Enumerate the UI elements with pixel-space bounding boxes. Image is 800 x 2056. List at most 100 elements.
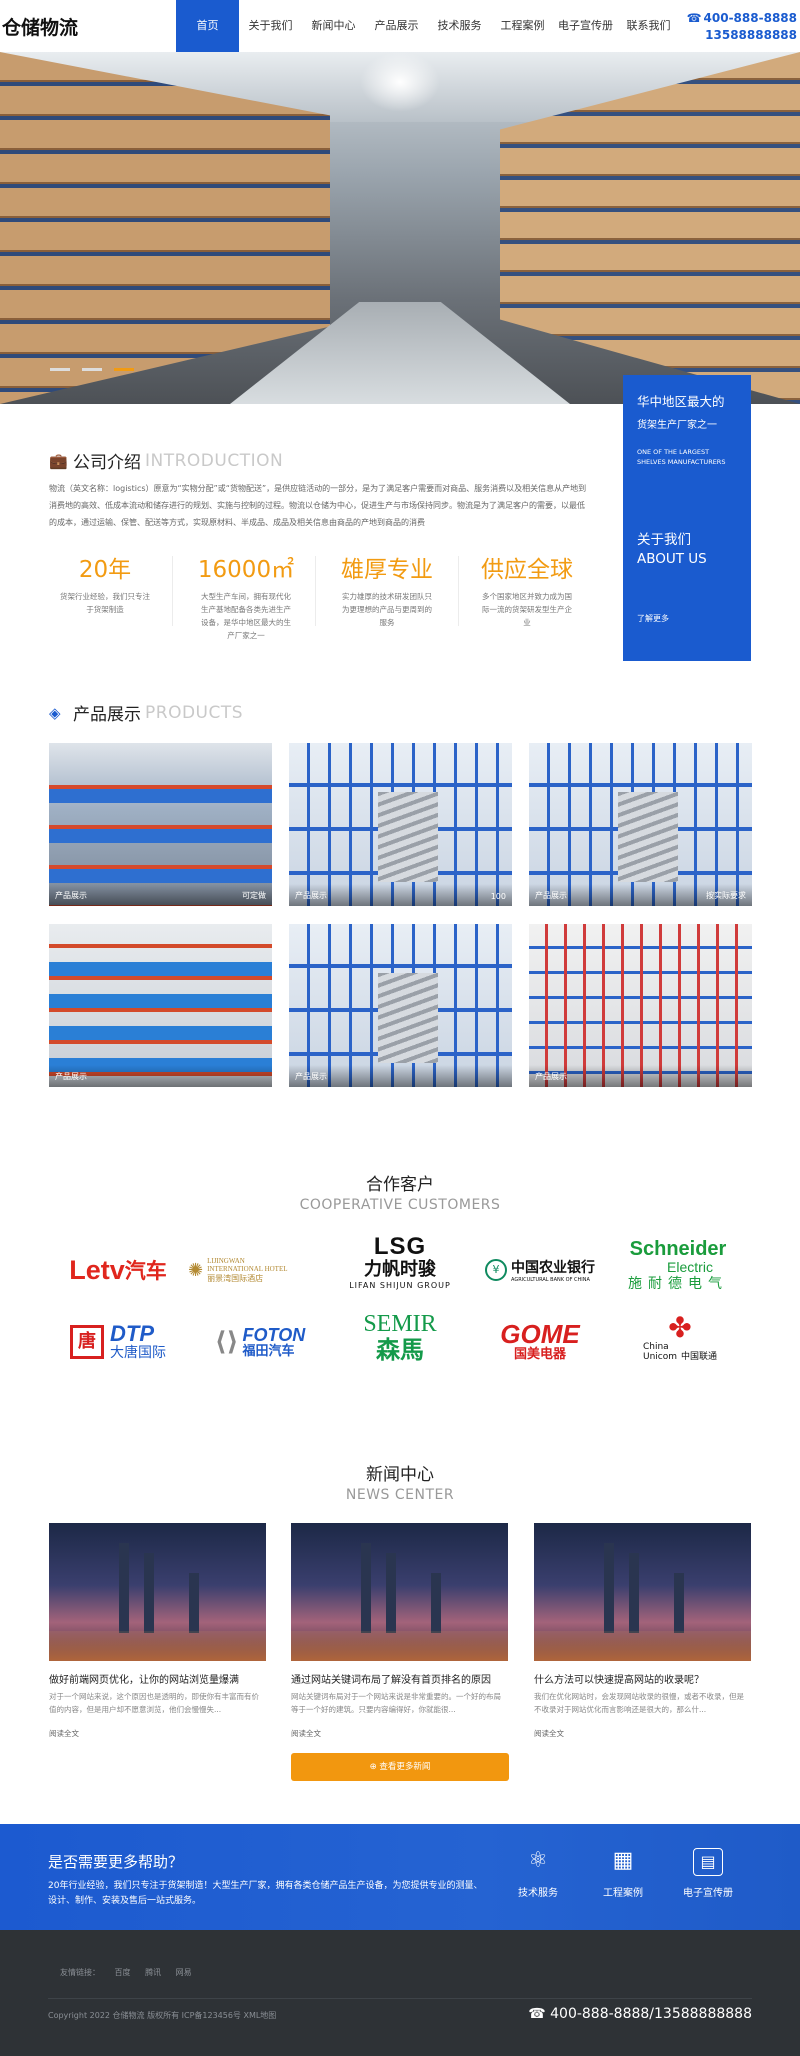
client-logo-letv[interactable]: Letv 汽车 bbox=[48, 1240, 188, 1300]
product-card[interactable]: 产品展示 100 bbox=[289, 743, 512, 906]
client-logo-unicom[interactable]: ✤ China Unicom 中国联通 bbox=[610, 1308, 750, 1368]
nav-contact[interactable]: 联系我们 bbox=[617, 0, 680, 52]
customers-title-cn: 合作客户 bbox=[366, 1175, 434, 1195]
header: 仓储物流 首页 关于我们 新闻中心 产品展示 技术服务 工程案例 电子宣传册 联… bbox=[0, 0, 800, 52]
stat-area: 16000㎡ 大型生产车间，拥有现代化生产基地配备各类先进生产设备，是华中地区最… bbox=[186, 550, 306, 642]
product-label: 产品展示 bbox=[55, 891, 87, 900]
schneider-electric-text: Electric bbox=[667, 1259, 713, 1275]
unicom-name-cn: 中国联通 bbox=[681, 1352, 718, 1362]
help-item-label: 电子宣传册 bbox=[683, 1888, 733, 1899]
lsg-wordmark: LSG bbox=[373, 1232, 427, 1260]
help-item-cases[interactable]: ▦ 工程案例 bbox=[583, 1848, 663, 1899]
intro-heading: 💼 公司介绍 INTRODUCTION bbox=[49, 448, 284, 474]
banner-dot-2[interactable] bbox=[82, 368, 102, 371]
client-logo-semir[interactable]: SEMIR 森馬 bbox=[330, 1308, 470, 1368]
news-image[interactable] bbox=[49, 1523, 266, 1661]
stat-years-num: 20年 bbox=[78, 557, 132, 583]
friend-links: 友情链接： 百度 腾讯 网易 bbox=[60, 1967, 204, 1978]
stat-professional: 雄厚专业 实力雄厚的技术研发团队只为更理想的产品与更周到的服务 bbox=[327, 550, 447, 629]
about-card[interactable]: 华中地区最大的 货架生产厂家之一 ONE OF THE LARGEST SHEL… bbox=[623, 375, 751, 661]
footer: 友情链接： 百度 腾讯 网易 Copyright 2022 仓储物流 版权所有 … bbox=[0, 1930, 800, 2056]
products-title-cn: 产品展示 bbox=[73, 705, 141, 725]
nav-about[interactable]: 关于我们 bbox=[239, 0, 302, 52]
client-logo-lifan[interactable]: LSG 力帆时骏 LIFAN SHIJUN GROUP bbox=[330, 1232, 470, 1292]
nav-cases[interactable]: 工程案例 bbox=[491, 0, 554, 52]
document-icon: ▤ bbox=[693, 1848, 723, 1876]
news-read-more-link[interactable]: 阅读全文 bbox=[534, 1728, 751, 1739]
about-card-line2: 货架生产厂家之一 bbox=[637, 420, 717, 431]
product-label: 产品展示 bbox=[535, 891, 567, 900]
client-logo-dtp[interactable]: 唐 DTP 大唐国际 bbox=[48, 1312, 188, 1372]
news-image[interactable] bbox=[534, 1523, 751, 1661]
product-card[interactable]: 产品展示 bbox=[49, 924, 272, 1087]
products-heading: ◈ 产品展示 PRODUCTS bbox=[49, 700, 243, 726]
more-news-label: 查看更多新闻 bbox=[379, 1762, 431, 1772]
news-card[interactable]: 做好前端网页优化，让你的网站浏览量爆满 对于一个网站来说，这个原因也是透明的，即… bbox=[49, 1523, 266, 1739]
intro-text: 物流（英文名称：logistics）原意为“实物分配”或“货物配送”，是供应链活… bbox=[49, 484, 587, 527]
schneider-name-cn: 施耐德电气 bbox=[628, 1276, 728, 1292]
product-card[interactable]: 产品展示 可定做 bbox=[49, 743, 272, 906]
banner-dot-3[interactable] bbox=[114, 368, 134, 371]
copyright: Copyright 2022 仓储物流 版权所有 ICP备123456号 XML… bbox=[48, 2011, 277, 2020]
help-item-tech-service[interactable]: ⚛ 技术服务 bbox=[498, 1848, 578, 1899]
stat-global-desc: 多个国家地区并致力成为国际一流的货架研发型生产企业 bbox=[482, 592, 572, 627]
dtp-name-cn: 大唐国际 bbox=[110, 1345, 166, 1361]
news-card[interactable]: 通过网站关键词布局了解没有首页排名的原因 网站关键词布局对于一个网站来说是非常重… bbox=[291, 1523, 508, 1739]
stat-divider bbox=[458, 556, 459, 626]
hotline: ☎ 400-888-8888 13588888888 bbox=[687, 10, 797, 44]
intro-title-en: INTRODUCTION bbox=[145, 450, 284, 471]
lifan-name-cn: 力帆时骏 bbox=[364, 1258, 436, 1280]
more-news-button[interactable]: ⊕ 查看更多新闻 bbox=[291, 1753, 509, 1781]
product-label: 产品展示 bbox=[535, 1072, 567, 1081]
news-title[interactable]: 通过网站关键词布局了解没有首页排名的原因 bbox=[291, 1671, 508, 1686]
hotline-phone-2: 13588888888 bbox=[705, 28, 797, 42]
news-read-more-link[interactable]: 阅读全文 bbox=[49, 1728, 266, 1739]
about-card-heading-cn: 关于我们 bbox=[637, 532, 691, 548]
stat-divider bbox=[172, 556, 173, 626]
news-image[interactable] bbox=[291, 1523, 508, 1661]
friend-link[interactable]: 百度 bbox=[115, 1968, 131, 1977]
friend-link[interactable]: 网易 bbox=[176, 1968, 192, 1977]
friend-link[interactable]: 腾讯 bbox=[145, 1968, 161, 1977]
unicom-knot-icon: ✤ bbox=[668, 1311, 692, 1344]
intro-title-cn: 公司介绍 bbox=[73, 453, 141, 473]
banner-dot-1[interactable] bbox=[50, 368, 70, 371]
news-card[interactable]: 什么方法可以快速提高网站的收录呢？ 我们在优化网站时，会发现网站收录的很慢，或者… bbox=[534, 1523, 751, 1739]
client-logo-lijingwan[interactable]: ✺ LIJINGWAN INTERNATIONAL HOTEL 丽景湾国际酒店 bbox=[188, 1240, 328, 1300]
news-summary: 我们在优化网站时，会发现网站收录的很慢，或者不收录，但是不收录对于网站优化而言影… bbox=[534, 1692, 744, 1714]
nav-products[interactable]: 产品展示 bbox=[365, 0, 428, 52]
letv-wordmark: Letv bbox=[69, 1254, 125, 1285]
client-logo-foton[interactable]: ⟨⟩ FOTON 福田汽车 bbox=[190, 1312, 330, 1372]
news-read-more-link[interactable]: 阅读全文 bbox=[291, 1728, 508, 1739]
about-card-line1: 华中地区最大的 bbox=[637, 394, 725, 409]
product-caption: 产品展示 bbox=[289, 1065, 512, 1087]
atom-icon: ⚛ bbox=[528, 1848, 548, 1873]
page: 仓储物流 首页 关于我们 新闻中心 产品展示 技术服务 工程案例 电子宣传册 联… bbox=[0, 0, 800, 2056]
friend-links-label: 友情链接： bbox=[60, 1968, 100, 1977]
product-card[interactable]: 产品展示 bbox=[289, 924, 512, 1087]
client-logo-gome[interactable]: GOME 国美电器 bbox=[470, 1312, 610, 1372]
letv-auto-text: 汽车 bbox=[124, 1259, 167, 1283]
help-item-brochure[interactable]: ▤ 电子宣传册 bbox=[668, 1848, 748, 1899]
nav-home[interactable]: 首页 bbox=[176, 0, 239, 52]
product-card[interactable]: 产品展示 bbox=[529, 924, 752, 1087]
hotline-phone-1: 400-888-8888 bbox=[703, 11, 797, 25]
news-title[interactable]: 什么方法可以快速提高网站的收录呢？ bbox=[534, 1671, 751, 1686]
about-learn-more-link[interactable]: 了解更多 bbox=[637, 613, 737, 624]
client-logo-abc[interactable]: ¥ 中国农业银行 AGRICULTURAL BANK OF CHINA bbox=[470, 1240, 610, 1300]
stat-global: 供应全球 多个国家地区并致力成为国际一流的货架研发型生产企业 bbox=[467, 550, 587, 629]
nav-news[interactable]: 新闻中心 bbox=[302, 0, 365, 52]
product-card[interactable]: 产品展示 按实际要求 bbox=[529, 743, 752, 906]
client-logo-schneider[interactable]: Schneider Electric 施耐德电气 bbox=[608, 1236, 748, 1296]
unicom-unicom-text: Unicom bbox=[642, 1352, 677, 1362]
news-title-en: NEWS CENTER bbox=[345, 1487, 455, 1503]
site-logo[interactable]: 仓储物流 bbox=[2, 13, 78, 40]
news-title[interactable]: 做好前端网页优化，让你的网站浏览量爆满 bbox=[49, 1671, 266, 1686]
foton-emblem-icon: ⟨⟩ bbox=[214, 1327, 239, 1357]
schneider-wordmark: Schneider bbox=[629, 1238, 727, 1260]
nav-tech-service[interactable]: 技术服务 bbox=[428, 0, 491, 52]
nav-brochure[interactable]: 电子宣传册 bbox=[554, 0, 617, 52]
semir-wordmark: SEMIR bbox=[363, 1311, 437, 1337]
abc-name-en: AGRICULTURAL BANK OF CHINA bbox=[511, 1277, 590, 1283]
product-tag: 100 bbox=[490, 892, 506, 901]
